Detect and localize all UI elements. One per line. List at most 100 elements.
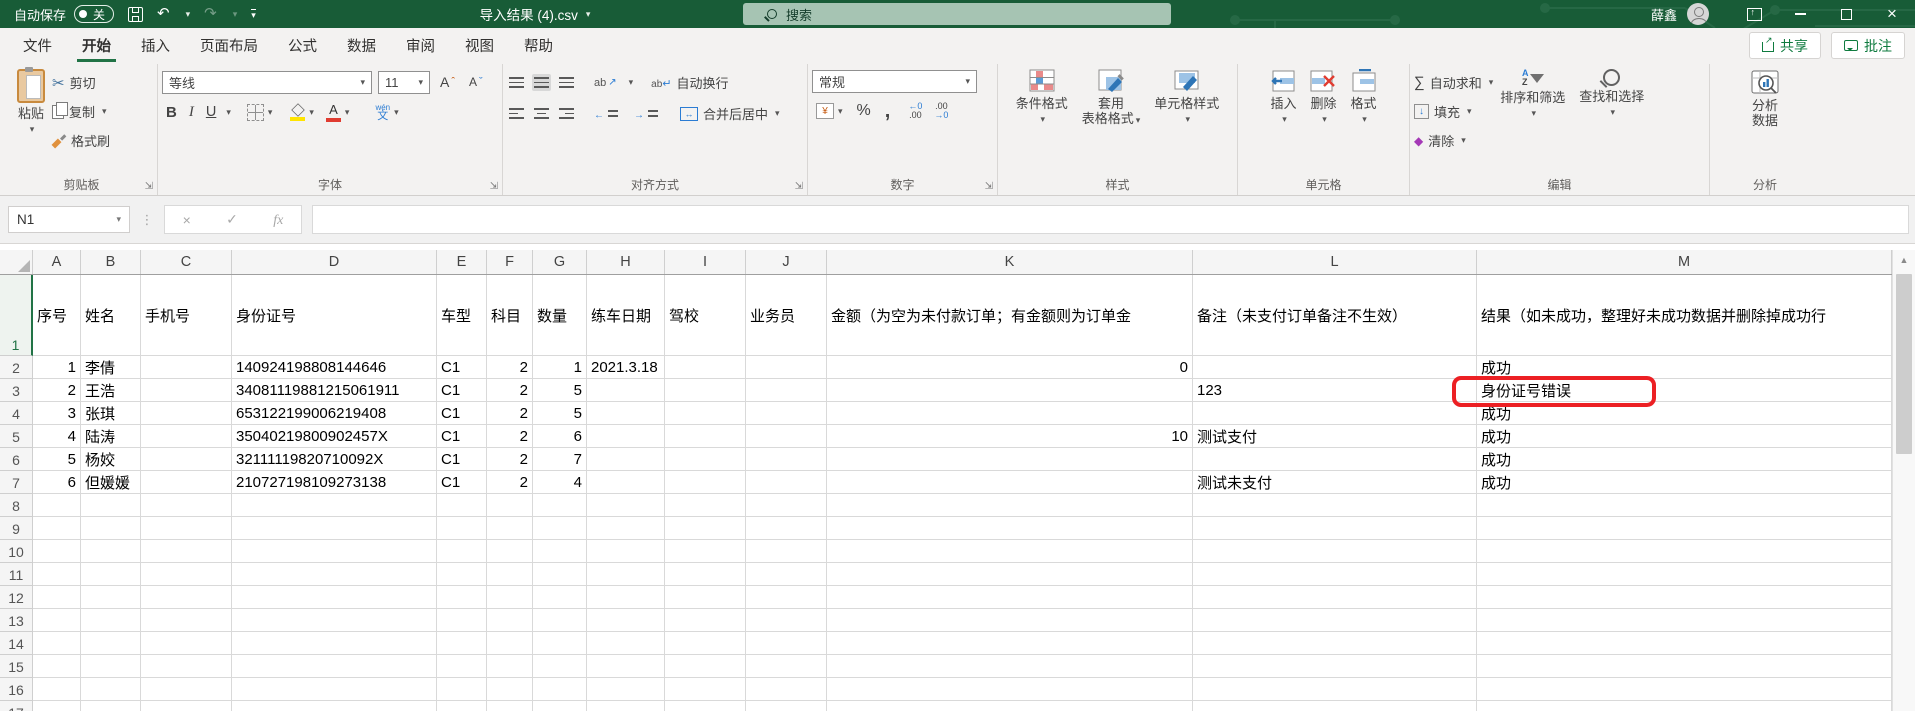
cell-G4[interactable]: 5 [533,402,587,425]
cell-M2[interactable]: 成功 [1477,356,1892,379]
tab-insert[interactable]: 插入 [126,28,185,62]
font-size-select[interactable]: 11 [378,70,430,94]
cell-D10[interactable] [232,540,437,563]
cell-F16[interactable] [487,678,533,701]
cell-F7[interactable]: 2 [487,471,533,494]
cell-E13[interactable] [437,609,487,632]
cell-A17[interactable] [33,701,81,711]
cell-J14[interactable] [746,632,827,655]
cell-C17[interactable] [141,701,232,711]
cell-G5[interactable]: 6 [533,425,587,448]
cell-M1[interactable]: 结果（如未成功，整理好未成功数据并删除掉成功行 [1477,275,1892,356]
bold-button[interactable] [162,100,181,124]
ribbon-display-options-button[interactable] [1731,0,1777,28]
cell-C10[interactable] [141,540,232,563]
cell-B12[interactable] [81,586,141,609]
cell-G11[interactable] [533,563,587,586]
cell-J15[interactable] [746,655,827,678]
cell-H11[interactable] [587,563,665,586]
cell-F2[interactable]: 2 [487,356,533,379]
cell-B7[interactable]: 但媛媛 [81,471,141,494]
cell-M7[interactable]: 成功 [1477,471,1892,494]
percent-style-icon[interactable] [853,99,875,123]
cell-H10[interactable] [587,540,665,563]
cell-J2[interactable] [746,356,827,379]
cell-K5[interactable]: 10 [827,425,1193,448]
cell-I10[interactable] [665,540,746,563]
cell-C9[interactable] [141,517,232,540]
cell-M5[interactable]: 成功 [1477,425,1892,448]
cell-F5[interactable]: 2 [487,425,533,448]
cell-I17[interactable] [665,701,746,711]
cell-D4[interactable]: 653122199006219408 [232,402,437,425]
sort-filter-button[interactable]: AZ 排序和筛选 [1493,66,1572,177]
cell-D8[interactable] [232,494,437,517]
cell-G12[interactable] [533,586,587,609]
cell-F15[interactable] [487,655,533,678]
cell-J8[interactable] [746,494,827,517]
cell-I13[interactable] [665,609,746,632]
cell-M10[interactable] [1477,540,1892,563]
cell-L4[interactable] [1193,402,1477,425]
cell-L11[interactable] [1193,563,1477,586]
column-header-A[interactable]: A [33,250,81,274]
cell-K11[interactable] [827,563,1193,586]
cancel-entry-icon[interactable] [183,212,191,228]
cell-K17[interactable] [827,701,1193,711]
borders-button[interactable] [243,100,277,124]
tab-review[interactable]: 审阅 [391,28,450,62]
cell-E4[interactable]: C1 [437,402,487,425]
close-button[interactable]: × [1869,0,1915,28]
cell-C16[interactable] [141,678,232,701]
increase-font-icon[interactable] [436,70,459,94]
align-left-icon[interactable] [507,105,526,121]
cell-D9[interactable] [232,517,437,540]
cell-H2[interactable]: 2021.3.18 [587,356,665,379]
copy-button[interactable]: 复制 [52,99,110,124]
row-header-12[interactable]: 12 [0,586,33,609]
cell-A13[interactable] [33,609,81,632]
cell-B6[interactable]: 杨姣 [81,448,141,471]
cell-E14[interactable] [437,632,487,655]
cell-D14[interactable] [232,632,437,655]
cell-C15[interactable] [141,655,232,678]
row-header-10[interactable]: 10 [0,540,33,563]
cell-G14[interactable] [533,632,587,655]
cell-A4[interactable]: 3 [33,402,81,425]
cell-B1[interactable]: 姓名 [81,275,141,356]
cell-B3[interactable]: 王浩 [81,379,141,402]
cell-C12[interactable] [141,586,232,609]
cell-F12[interactable] [487,586,533,609]
cell-J6[interactable] [746,448,827,471]
cell-C3[interactable] [141,379,232,402]
row-header-13[interactable]: 13 [0,609,33,632]
cell-G9[interactable] [533,517,587,540]
minimize-button[interactable] [1777,0,1823,28]
number-format-select[interactable]: 常规 [812,70,977,93]
cell-K1[interactable]: 金额（为空为未付款订单；有金额则为订单金 [827,275,1193,356]
row-header-2[interactable]: 2 [0,356,33,379]
italic-button[interactable] [185,100,198,124]
share-button[interactable]: 共享 [1749,32,1821,59]
formula-input[interactable] [312,205,1909,234]
cell-D11[interactable] [232,563,437,586]
delete-cells-button[interactable]: 删除 [1303,66,1343,177]
column-header-I[interactable]: I [665,250,746,274]
decrease-indent-button[interactable] [590,102,624,126]
cell-A15[interactable] [33,655,81,678]
cell-F1[interactable]: 科目 [487,275,533,356]
cell-I12[interactable] [665,586,746,609]
tab-home[interactable]: 开始 [67,28,126,62]
cell-D17[interactable] [232,701,437,711]
cell-D1[interactable]: 身份证号 [232,275,437,356]
cell-E10[interactable] [437,540,487,563]
paste-button[interactable]: 粘贴 [10,66,52,177]
scrollbar-thumb[interactable] [1896,274,1912,454]
cell-J11[interactable] [746,563,827,586]
cell-M6[interactable]: 成功 [1477,448,1892,471]
cell-F9[interactable] [487,517,533,540]
align-center-icon[interactable] [532,105,551,121]
format-cells-button[interactable]: 格式 [1344,66,1384,177]
cell-F14[interactable] [487,632,533,655]
orientation-dropdown-icon[interactable] [629,77,634,88]
